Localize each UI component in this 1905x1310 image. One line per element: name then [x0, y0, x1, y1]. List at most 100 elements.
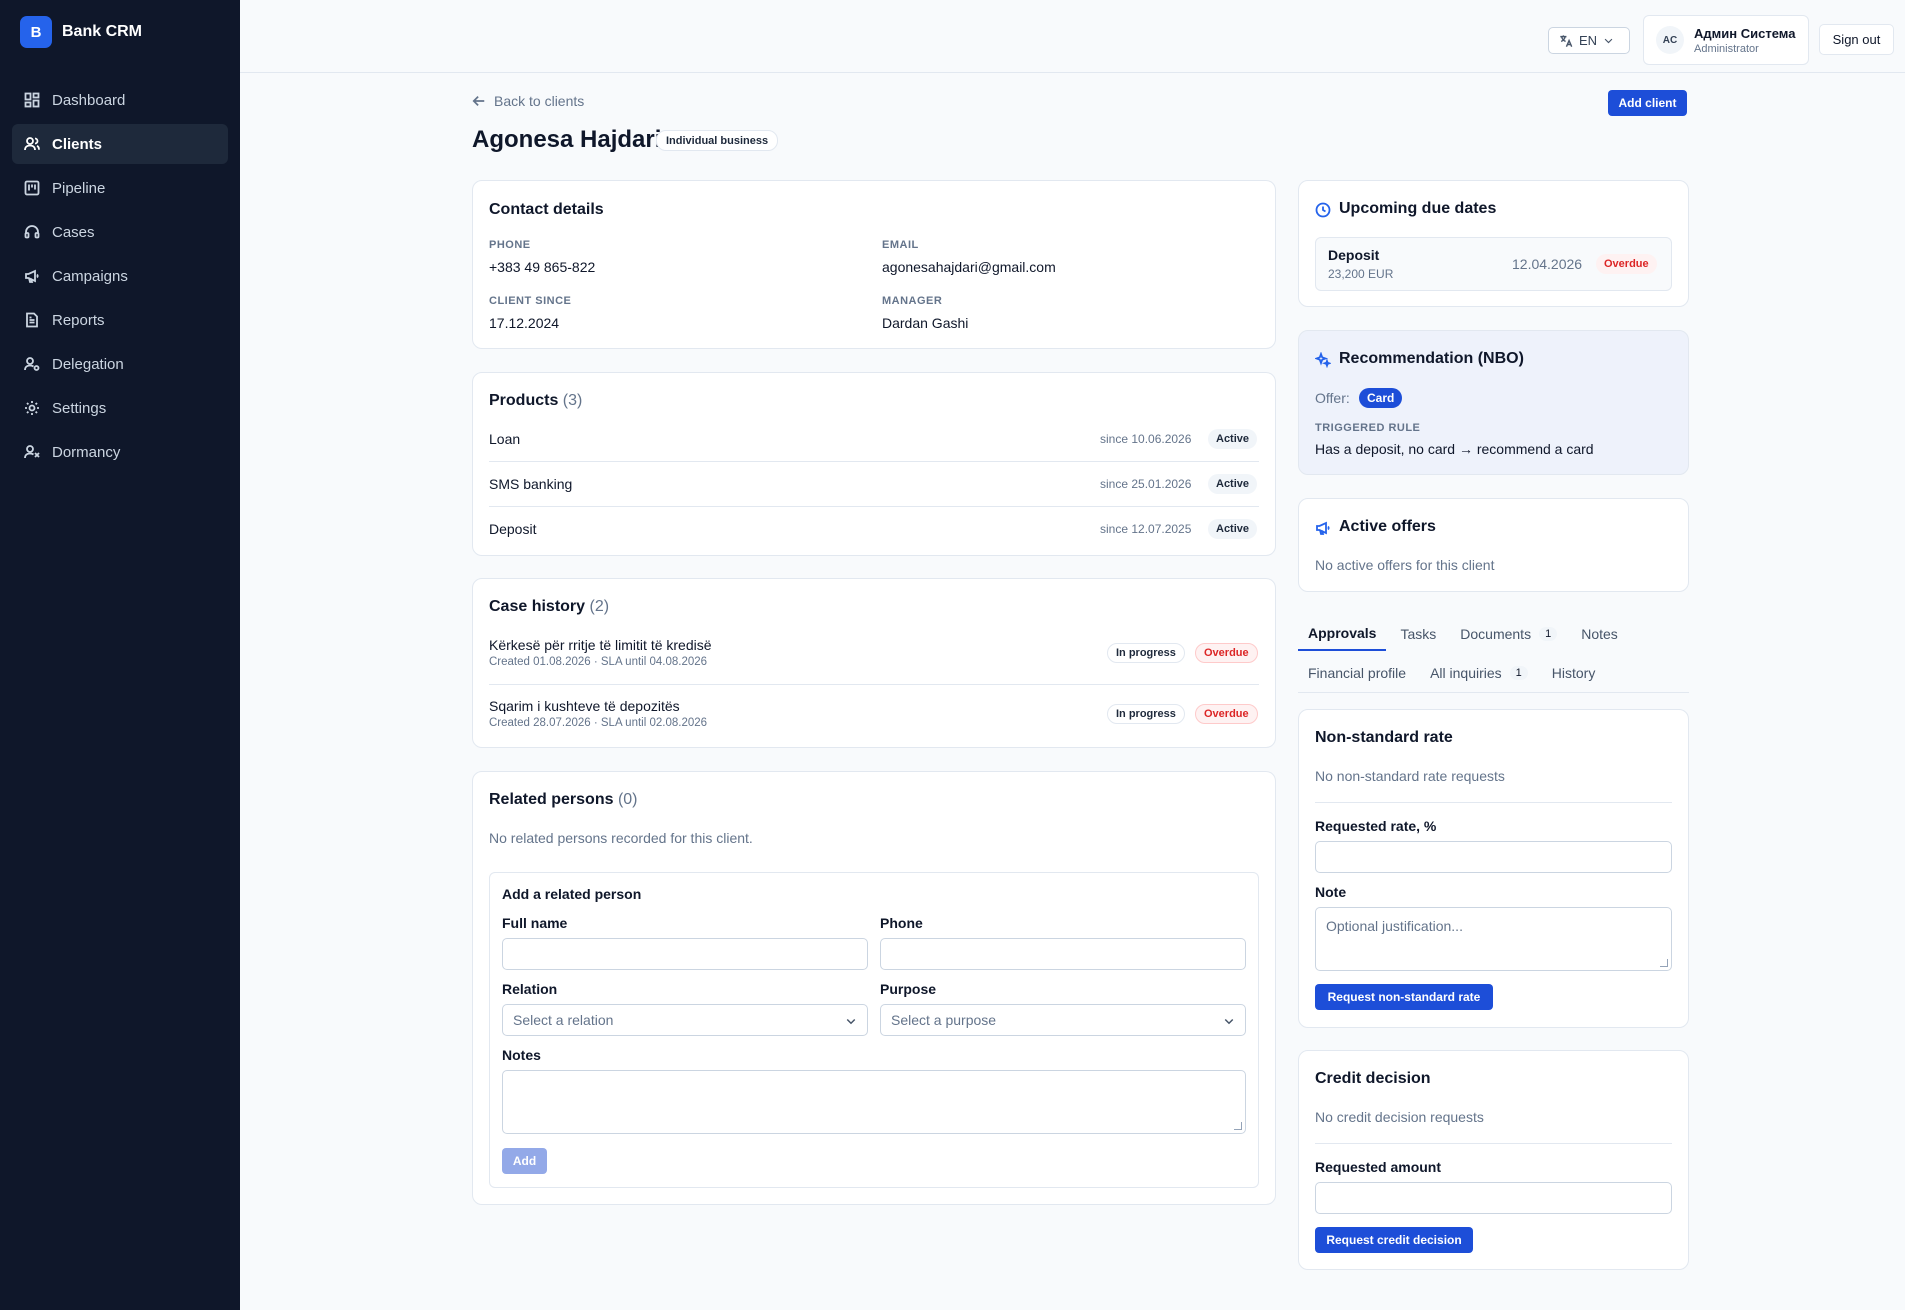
phone-value: +383 49 865-822 — [489, 259, 596, 275]
case-title: Sqarim i kushteve të depozitës — [489, 698, 680, 714]
relation-label: Relation — [502, 981, 558, 997]
credit-decision-title: Credit decision — [1315, 1070, 1431, 1087]
requested-amount-field[interactable] — [1315, 1182, 1672, 1214]
tab-tasks[interactable]: Tasks — [1390, 617, 1446, 651]
sparkles-icon — [1315, 352, 1331, 368]
full-name-field[interactable] — [502, 938, 868, 970]
relation-placeholder: Select a relation — [513, 1012, 614, 1028]
sidebar-item-label: Dormancy — [52, 443, 121, 461]
manager-value: Dardan Gashi — [882, 315, 969, 331]
sidebar-item-dashboard[interactable]: Dashboard — [12, 80, 228, 120]
tab-documents[interactable]: Documents 1 — [1450, 617, 1567, 651]
user-menu[interactable]: AC Админ Система Administrator — [1643, 15, 1809, 65]
chevron-down-icon — [1224, 1018, 1234, 1025]
notes-textarea[interactable] — [502, 1070, 1246, 1134]
product-name: Loan — [489, 431, 521, 447]
requested-rate-label: Requested rate, % — [1315, 818, 1437, 834]
phone-field[interactable] — [880, 938, 1246, 970]
sidebar-item-campaigns[interactable]: Campaigns — [12, 256, 228, 296]
relation-select[interactable]: Select a relation — [502, 1004, 868, 1036]
products-count: (3) — [562, 392, 583, 409]
sidebar-item-cases[interactable]: Cases — [12, 212, 228, 252]
overdue-badge: Overdue — [1195, 643, 1258, 663]
requested-amount-label: Requested amount — [1315, 1159, 1442, 1175]
inquiries-count-badge: 1 — [1509, 666, 1528, 680]
sidebar-item-label: Clients — [52, 135, 103, 153]
divider — [1315, 1143, 1672, 1144]
tab-all-inquiries[interactable]: All inquiries 1 — [1420, 656, 1538, 690]
add-related-person-button[interactable]: Add — [502, 1148, 547, 1174]
arrow-left-icon — [472, 96, 485, 106]
notes-label: Notes — [502, 1047, 541, 1063]
related-persons-card: Related persons (0) No related persons r… — [472, 771, 1276, 1205]
divider — [489, 684, 1259, 685]
sidebar-item-settings[interactable]: Settings — [12, 388, 228, 428]
language-selector[interactable]: EN — [1548, 27, 1630, 54]
products-title: Products (3) — [489, 392, 582, 410]
case-title: Kërkesë për rritje të limitit të kredisë — [489, 637, 712, 653]
upcoming-due-dates-card: Upcoming due dates Deposit 23,200 EUR 12… — [1298, 180, 1689, 307]
due-dates-title: Upcoming due dates — [1339, 200, 1497, 217]
request-non-standard-rate-button[interactable]: Request non-standard rate — [1315, 984, 1493, 1010]
sidebar-item-delegation[interactable]: Delegation — [12, 344, 228, 384]
brand[interactable]: B Bank CRM — [0, 0, 240, 64]
list-item[interactable]: Deposit 23,200 EUR 12.04.2026 Overdue — [1315, 237, 1672, 291]
sidebar: B Bank CRM Dashboard Clients Pipeline Ca… — [0, 0, 240, 1310]
delegation-icon — [24, 357, 40, 371]
dashboard-icon — [24, 92, 40, 108]
case-history-title: Case history (2) — [489, 598, 609, 616]
status-badge: In progress — [1107, 643, 1185, 663]
tab-financial-profile[interactable]: Financial profile — [1298, 656, 1416, 690]
user-name: Админ Система — [1694, 25, 1796, 41]
tab-history[interactable]: History — [1542, 656, 1606, 690]
requested-rate-field[interactable] — [1315, 841, 1672, 873]
overdue-badge: Overdue — [1596, 254, 1657, 274]
case-history-card: Case history (2) Kërkesë për rritje të l… — [472, 578, 1276, 748]
products-card: Products (3) Loan since 10.06.2026 Activ… — [472, 372, 1276, 556]
active-offers-empty: No active offers for this client — [1315, 557, 1495, 573]
megaphone-icon — [1316, 521, 1330, 535]
client-type-badge: Individual business — [656, 130, 779, 151]
status-badge: In progress — [1107, 704, 1185, 724]
sidebar-item-label: Campaigns — [52, 267, 128, 285]
request-credit-decision-button[interactable]: Request credit decision — [1315, 1227, 1473, 1253]
non-standard-rate-title: Non-standard rate — [1315, 729, 1453, 746]
sidebar-item-clients[interactable]: Clients — [12, 124, 228, 164]
email-value: agonesahajdari@gmail.com — [882, 259, 1056, 275]
product-since: since 10.06.2026 — [1100, 432, 1192, 446]
sidebar-item-pipeline[interactable]: Pipeline — [12, 168, 228, 208]
product-since: since 25.01.2026 — [1100, 477, 1192, 491]
back-to-clients-link[interactable]: Back to clients — [472, 93, 584, 109]
offer-label: Offer: — [1315, 390, 1350, 406]
add-client-button[interactable]: Add client — [1608, 90, 1687, 116]
phone-label: PHONE — [489, 239, 531, 251]
recommendation-card: Recommendation (NBO) Offer: Card TRIGGER… — [1298, 330, 1689, 475]
tab-approvals[interactable]: Approvals — [1298, 617, 1387, 651]
sidebar-item-label: Reports — [52, 311, 105, 329]
status-badge: Active — [1208, 429, 1258, 449]
tab-row-2: Financial profile All inquiries 1 Histor… — [1298, 656, 1605, 690]
client-since-value: 17.12.2024 — [489, 315, 560, 331]
sidebar-item-dormancy[interactable]: Dormancy — [12, 432, 228, 472]
sidebar-item-label: Pipeline — [52, 179, 106, 197]
headset-icon — [24, 225, 40, 239]
resize-handle[interactable] — [1660, 959, 1668, 967]
credit-decision-card: Credit decision No credit decision reque… — [1298, 1050, 1689, 1270]
top-header: EN AC Админ Система Administrator Sign o… — [240, 0, 1905, 73]
offer-badge: Card — [1359, 388, 1403, 408]
documents-count-badge: 1 — [1539, 627, 1558, 641]
sign-out-button[interactable]: Sign out — [1819, 24, 1894, 55]
add-related-person-form: Add a related person Full name Phone Rel… — [489, 872, 1259, 1188]
non-standard-rate-card: Non-standard rate No non-standard rate r… — [1298, 709, 1689, 1028]
back-link-label: Back to clients — [494, 93, 585, 109]
sidebar-item-label: Settings — [52, 399, 107, 417]
note-textarea[interactable]: Optional justification... — [1315, 907, 1672, 971]
resize-handle[interactable] — [1234, 1122, 1242, 1130]
purpose-select[interactable]: Select a purpose — [880, 1004, 1246, 1036]
product-name: SMS banking — [489, 476, 573, 492]
due-item-amount: 23,200 EUR — [1328, 267, 1394, 281]
credit-decision-empty: No credit decision requests — [1315, 1109, 1484, 1125]
tab-notes[interactable]: Notes — [1571, 617, 1628, 651]
full-name-label: Full name — [502, 915, 568, 931]
sidebar-item-reports[interactable]: Reports — [12, 300, 228, 340]
